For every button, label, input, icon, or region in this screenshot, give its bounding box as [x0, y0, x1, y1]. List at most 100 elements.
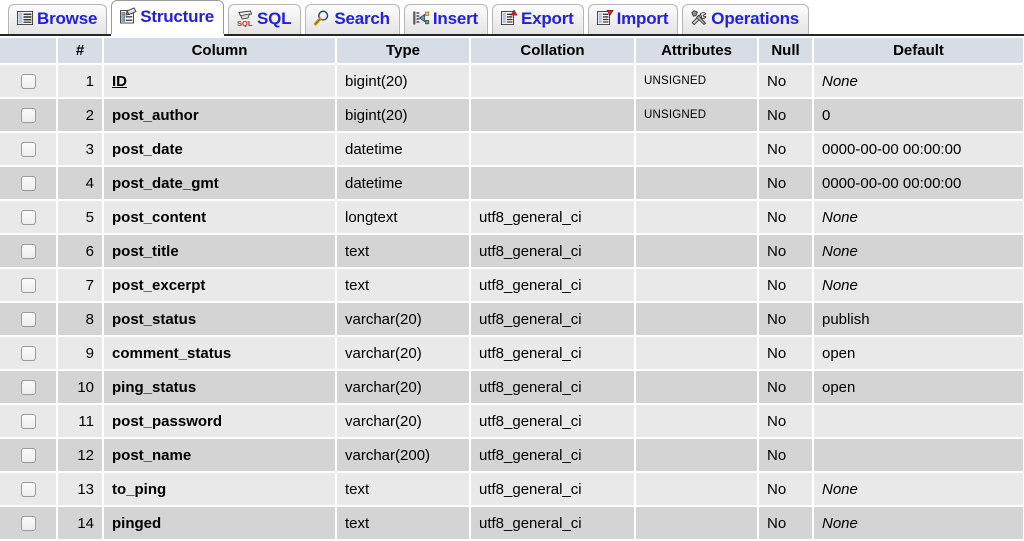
column-name-cell: post_name — [103, 438, 336, 472]
tab-browse[interactable]: Browse — [8, 4, 107, 34]
column-collation: utf8_general_ci — [470, 200, 635, 234]
column-default-cell: open — [813, 370, 1024, 404]
tab-insert[interactable]: Insert — [404, 4, 488, 34]
column-name: to_ping — [112, 481, 166, 498]
column-default: None — [822, 481, 858, 498]
row-checkbox[interactable] — [21, 448, 36, 463]
header-default: Default — [813, 38, 1024, 64]
column-default: None — [822, 243, 858, 260]
row-checkbox[interactable] — [21, 346, 36, 361]
column-default-cell: 0000-00-00 00:00:00 — [813, 166, 1024, 200]
export-icon — [500, 9, 518, 27]
tab-label: Import — [617, 5, 669, 33]
row-number: 11 — [57, 404, 103, 438]
magnifier-icon — [313, 9, 331, 27]
row-number: 1 — [57, 64, 103, 98]
column-name-cell: post_author — [103, 98, 336, 132]
tab-operations[interactable]: Operations — [682, 4, 809, 34]
column-default-cell: open — [813, 336, 1024, 370]
row-checkbox-cell — [0, 132, 57, 166]
column-default: 0000-00-00 00:00:00 — [822, 141, 961, 158]
column-name: post_excerpt — [112, 277, 205, 294]
header-type: Type — [336, 38, 470, 64]
row-checkbox[interactable] — [21, 142, 36, 157]
column-null: No — [758, 200, 813, 234]
column-type: datetime — [336, 166, 470, 200]
row-checkbox[interactable] — [21, 108, 36, 123]
tab-label: SQL — [257, 5, 291, 33]
column-attributes — [635, 438, 758, 472]
table-row: 13to_pingtextutf8_general_ciNoNone — [0, 472, 1024, 506]
column-default: open — [822, 379, 855, 396]
column-name-cell: comment_status — [103, 336, 336, 370]
column-attributes — [635, 132, 758, 166]
row-checkbox[interactable] — [21, 414, 36, 429]
column-type: bigint(20) — [336, 64, 470, 98]
tab-structure[interactable]: Structure — [111, 0, 224, 34]
row-checkbox-cell — [0, 370, 57, 404]
column-default-cell: None — [813, 472, 1024, 506]
column-default-cell: 0 — [813, 98, 1024, 132]
row-number: 8 — [57, 302, 103, 336]
row-checkbox[interactable] — [21, 380, 36, 395]
column-attributes — [635, 268, 758, 302]
table-row: 4post_date_gmtdatetimeNo0000-00-00 00:00… — [0, 166, 1024, 200]
column-attributes — [635, 336, 758, 370]
column-name-cell: pinged — [103, 506, 336, 540]
header-column: Column — [103, 38, 336, 64]
tab-sql[interactable]: SQLSQL — [228, 4, 301, 34]
column-attributes — [635, 506, 758, 540]
column-name: post_title — [112, 243, 179, 260]
column-collation: utf8_general_ci — [470, 438, 635, 472]
row-checkbox[interactable] — [21, 210, 36, 225]
column-name: post_content — [112, 209, 206, 226]
row-checkbox[interactable] — [21, 482, 36, 497]
browse-grid-icon — [16, 9, 34, 27]
header-select-all — [0, 38, 57, 64]
column-default: open — [822, 345, 855, 362]
row-checkbox[interactable] — [21, 278, 36, 293]
row-checkbox-cell — [0, 98, 57, 132]
column-default-cell — [813, 438, 1024, 472]
table-row: 11post_passwordvarchar(20)utf8_general_c… — [0, 404, 1024, 438]
tab-import[interactable]: Import — [588, 4, 679, 34]
column-type: varchar(20) — [336, 336, 470, 370]
column-null: No — [758, 268, 813, 302]
tab-bar-underline — [0, 34, 1024, 36]
row-checkbox[interactable] — [21, 516, 36, 531]
column-default-cell — [813, 404, 1024, 438]
column-name-cell: to_ping — [103, 472, 336, 506]
tab-label: Export — [521, 5, 574, 33]
table-row: 8post_statusvarchar(20)utf8_general_ciNo… — [0, 302, 1024, 336]
structure-icon — [119, 7, 137, 25]
column-null: No — [758, 370, 813, 404]
row-checkbox[interactable] — [21, 312, 36, 327]
column-null: No — [758, 472, 813, 506]
column-default: None — [822, 209, 858, 226]
column-collation: utf8_general_ci — [470, 506, 635, 540]
column-name-cell: post_password — [103, 404, 336, 438]
tab-search[interactable]: Search — [305, 4, 400, 34]
column-collation — [470, 166, 635, 200]
column-collation — [470, 132, 635, 166]
tab-label: Insert — [433, 5, 478, 33]
column-default-cell: None — [813, 64, 1024, 98]
row-checkbox[interactable] — [21, 244, 36, 259]
table-row: 1IDbigint(20)UNSIGNEDNoNone — [0, 64, 1024, 98]
column-default: None — [822, 73, 858, 90]
tab-export[interactable]: Export — [492, 4, 584, 34]
row-number: 4 — [57, 166, 103, 200]
row-checkbox[interactable] — [21, 74, 36, 89]
row-number: 3 — [57, 132, 103, 166]
column-name: comment_status — [112, 345, 231, 362]
column-attributes — [635, 302, 758, 336]
row-checkbox[interactable] — [21, 176, 36, 191]
column-attributes — [635, 166, 758, 200]
column-default-cell: 0000-00-00 00:00:00 — [813, 132, 1024, 166]
column-name: pinged — [112, 515, 161, 532]
row-number: 13 — [57, 472, 103, 506]
row-checkbox-cell — [0, 506, 57, 540]
row-checkbox-cell — [0, 472, 57, 506]
column-default-cell: None — [813, 234, 1024, 268]
column-type: bigint(20) — [336, 98, 470, 132]
